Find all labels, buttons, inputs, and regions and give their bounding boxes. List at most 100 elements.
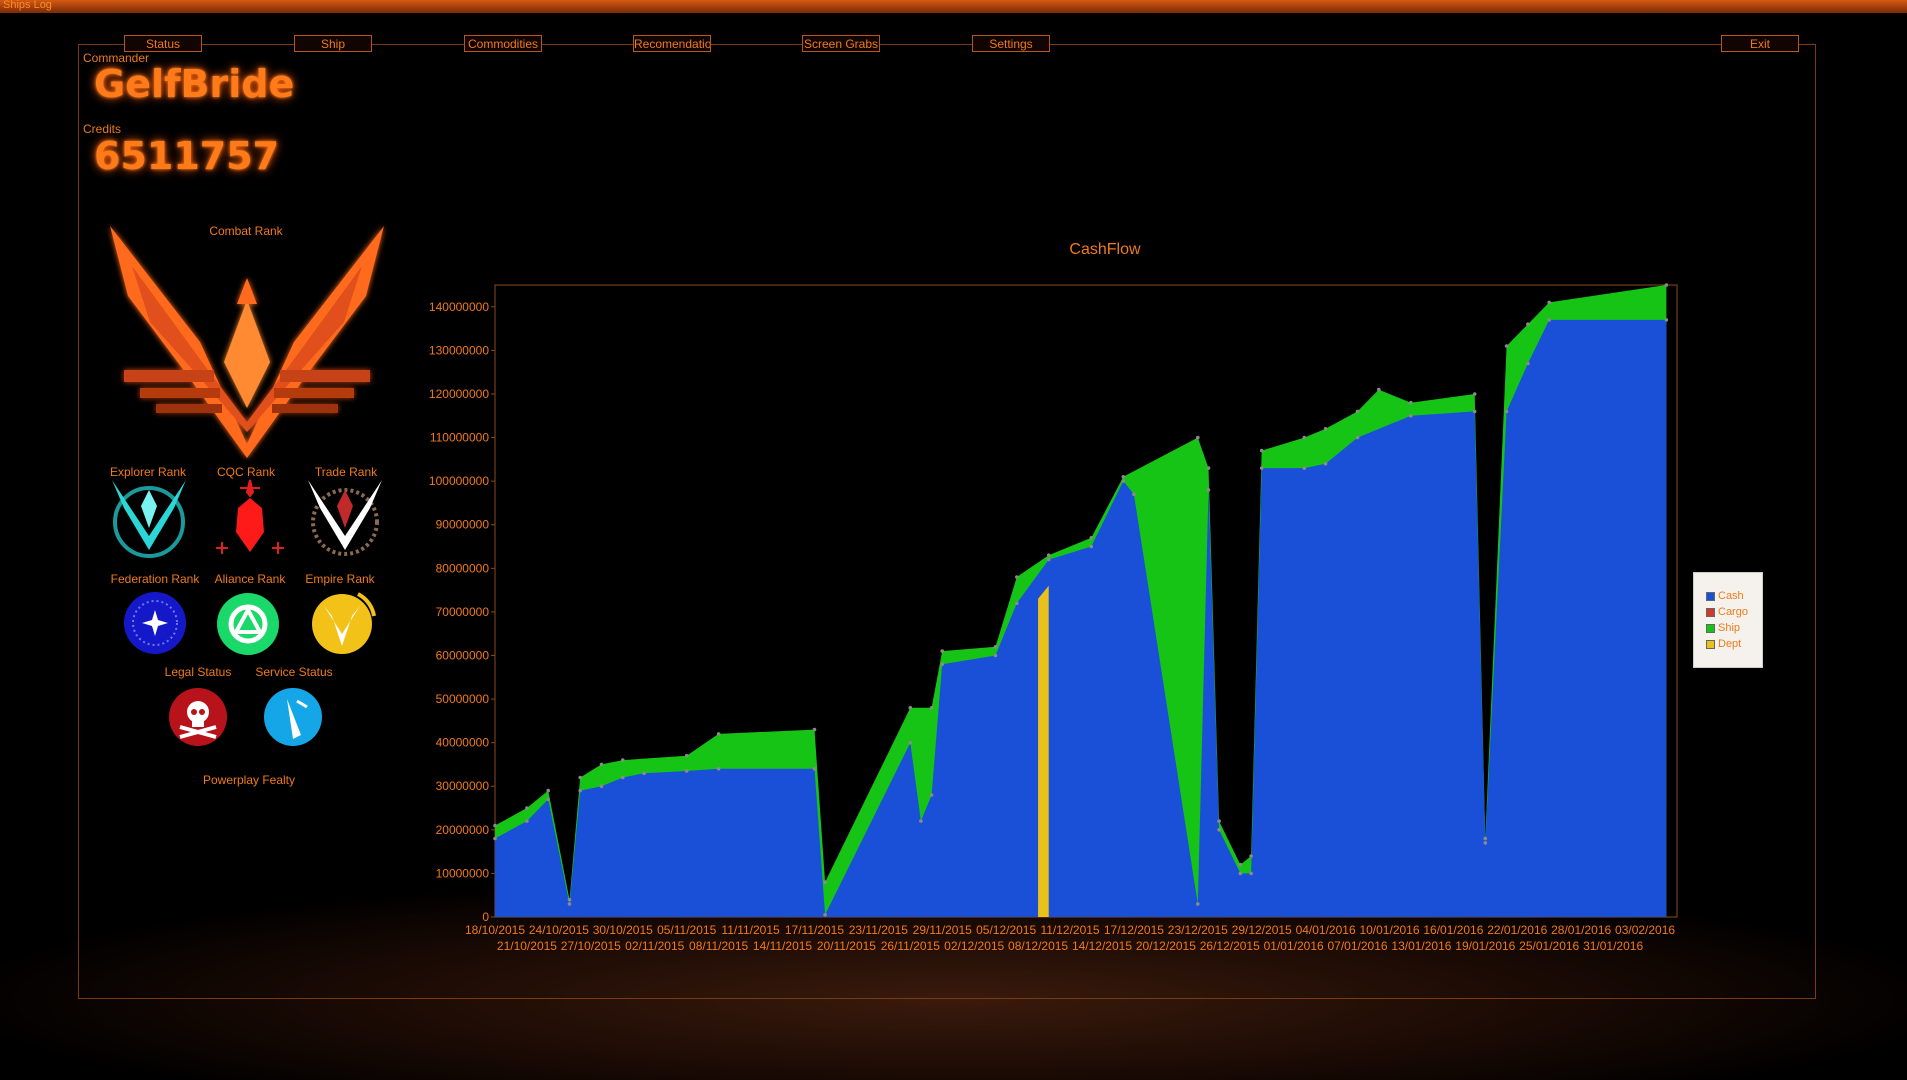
y-tick-label: 80000000	[436, 561, 490, 575]
series-area-dept	[1038, 585, 1049, 917]
y-tick-label: 10000000	[436, 866, 490, 880]
data-point-ship-10	[823, 880, 827, 884]
legend-item-cash: Cash	[1706, 590, 1744, 602]
y-tick-label: 40000000	[436, 736, 490, 750]
y-tick-label: 130000000	[429, 343, 489, 357]
data-point-cash-16	[993, 653, 998, 658]
data-point-ship-9	[812, 727, 817, 732]
data-point-ship-33	[1526, 322, 1530, 327]
data-point-ship-19	[1196, 435, 1200, 440]
x-tick-label: 17/11/2015	[785, 923, 844, 937]
data-point-cash-35	[1526, 361, 1530, 366]
data-point-cash-15	[940, 662, 944, 666]
x-tick-label: 08/12/2015	[1008, 939, 1068, 953]
y-tick-label: 110000000	[430, 431, 490, 445]
data-point-cash-21	[1132, 492, 1136, 497]
cashflow-chart: 140000000 130000000 120000000 110000000 1000…	[429, 283, 1678, 953]
data-point-cash-8	[684, 769, 689, 773]
data-point-ship-1	[525, 806, 529, 810]
x-tick-label: 26/11/2015	[881, 939, 940, 953]
data-point-ship-5	[599, 762, 604, 767]
x-tick-label: 30/10/2015	[593, 923, 653, 937]
y-tick-label: 0	[482, 910, 489, 924]
x-tick-label: 11/11/2015	[721, 923, 780, 937]
data-point-ship-6	[621, 758, 625, 762]
x-tick-label: 07/01/2016	[1328, 939, 1388, 953]
legend-swatch-cargo	[1706, 607, 1715, 617]
x-tick-label: 17/12/2015	[1104, 923, 1164, 937]
data-point-ship-7	[684, 753, 689, 758]
data-point-cash-37	[1664, 318, 1669, 322]
data-point-ship-3	[567, 897, 572, 902]
x-tick-label: 25/01/2016	[1519, 939, 1579, 953]
legend-item-dept: Dept	[1706, 638, 1741, 650]
y-tick-label: 100000000	[429, 474, 489, 488]
chart-legend: Cash Cargo Ship Dept	[1693, 572, 1763, 668]
legend-label-cash: Cash	[1718, 590, 1744, 602]
data-point-ship-13	[940, 649, 944, 653]
x-tick-label: 18/10/2015	[465, 923, 525, 937]
data-point-cash-0	[493, 836, 497, 841]
x-tick-label: 29/11/2015	[913, 923, 972, 937]
data-point-cash-14	[929, 793, 934, 797]
data-point-ship-20	[1206, 466, 1211, 470]
data-point-ship-34	[1547, 300, 1551, 305]
data-point-cash-6	[621, 775, 625, 780]
data-point-ship-14	[993, 645, 998, 649]
data-point-ship-17	[1089, 536, 1094, 540]
data-point-cash-32	[1472, 409, 1477, 414]
y-tick-label: 120000000	[429, 387, 489, 401]
data-point-cash-28	[1302, 466, 1307, 470]
y-tick-label: 60000000	[436, 648, 490, 662]
data-point-ship-35	[1664, 283, 1669, 287]
x-tick-label: 27/10/2015	[561, 939, 621, 953]
legend-item-cargo: Cargo	[1706, 606, 1748, 618]
x-tick-label: 03/02/2016	[1615, 923, 1675, 937]
data-point-cash-9	[716, 767, 721, 771]
data-point-cash-10	[812, 767, 817, 771]
data-point-cash-25	[1238, 871, 1243, 876]
x-tick-label: 23/11/2015	[849, 923, 908, 937]
data-point-cash-31	[1409, 414, 1413, 418]
data-point-cash-24	[1217, 828, 1221, 832]
data-point-ship-2	[546, 788, 550, 793]
x-tick-label: 01/01/2016	[1264, 939, 1324, 953]
data-point-cash-5	[599, 784, 604, 788]
x-tick-label: 13/01/2016	[1391, 939, 1451, 953]
data-point-cash-2	[546, 797, 550, 802]
x-tick-label: 21/10/2015	[497, 939, 557, 953]
x-tick-label: 08/11/2015	[689, 939, 748, 953]
data-point-ship-29	[1409, 400, 1413, 405]
data-point-cash-26	[1249, 871, 1253, 876]
data-point-cash-22	[1196, 902, 1200, 906]
y-tick-label: 90000000	[436, 518, 490, 532]
x-tick-label: 04/01/2016	[1296, 923, 1356, 937]
x-tick-label: 05/12/2015	[976, 923, 1036, 937]
data-point-cash-11	[823, 913, 827, 917]
legend-swatch-ship	[1706, 623, 1715, 633]
data-point-cash-30	[1355, 435, 1360, 440]
x-tick-label: 20/11/2015	[817, 939, 876, 953]
data-point-cash-33	[1483, 841, 1488, 845]
y-tick-label: 70000000	[436, 605, 490, 619]
data-point-cash-29	[1323, 461, 1328, 466]
data-point-ship-32	[1504, 344, 1509, 348]
data-point-ship-15	[1015, 575, 1019, 579]
legend-item-ship: Ship	[1706, 622, 1740, 634]
data-point-cash-1	[525, 819, 529, 823]
data-point-ship-22	[1238, 862, 1243, 867]
series-area-cash	[495, 319, 1667, 917]
data-point-ship-25	[1302, 435, 1307, 440]
legend-swatch-cash	[1706, 591, 1715, 601]
data-point-cash-17	[1015, 601, 1019, 605]
data-point-cash-36	[1547, 318, 1551, 322]
data-point-ship-4	[578, 775, 582, 780]
data-point-ship-26	[1323, 427, 1328, 431]
data-point-ship-30	[1472, 392, 1477, 396]
data-point-ship-8	[716, 732, 721, 736]
data-point-ship-27	[1355, 409, 1360, 414]
data-point-ship-21	[1217, 819, 1221, 823]
x-tick-label: 02/12/2015	[944, 939, 1004, 953]
x-tick-label: 20/12/2015	[1136, 939, 1196, 953]
data-point-cash-18	[1046, 557, 1051, 562]
